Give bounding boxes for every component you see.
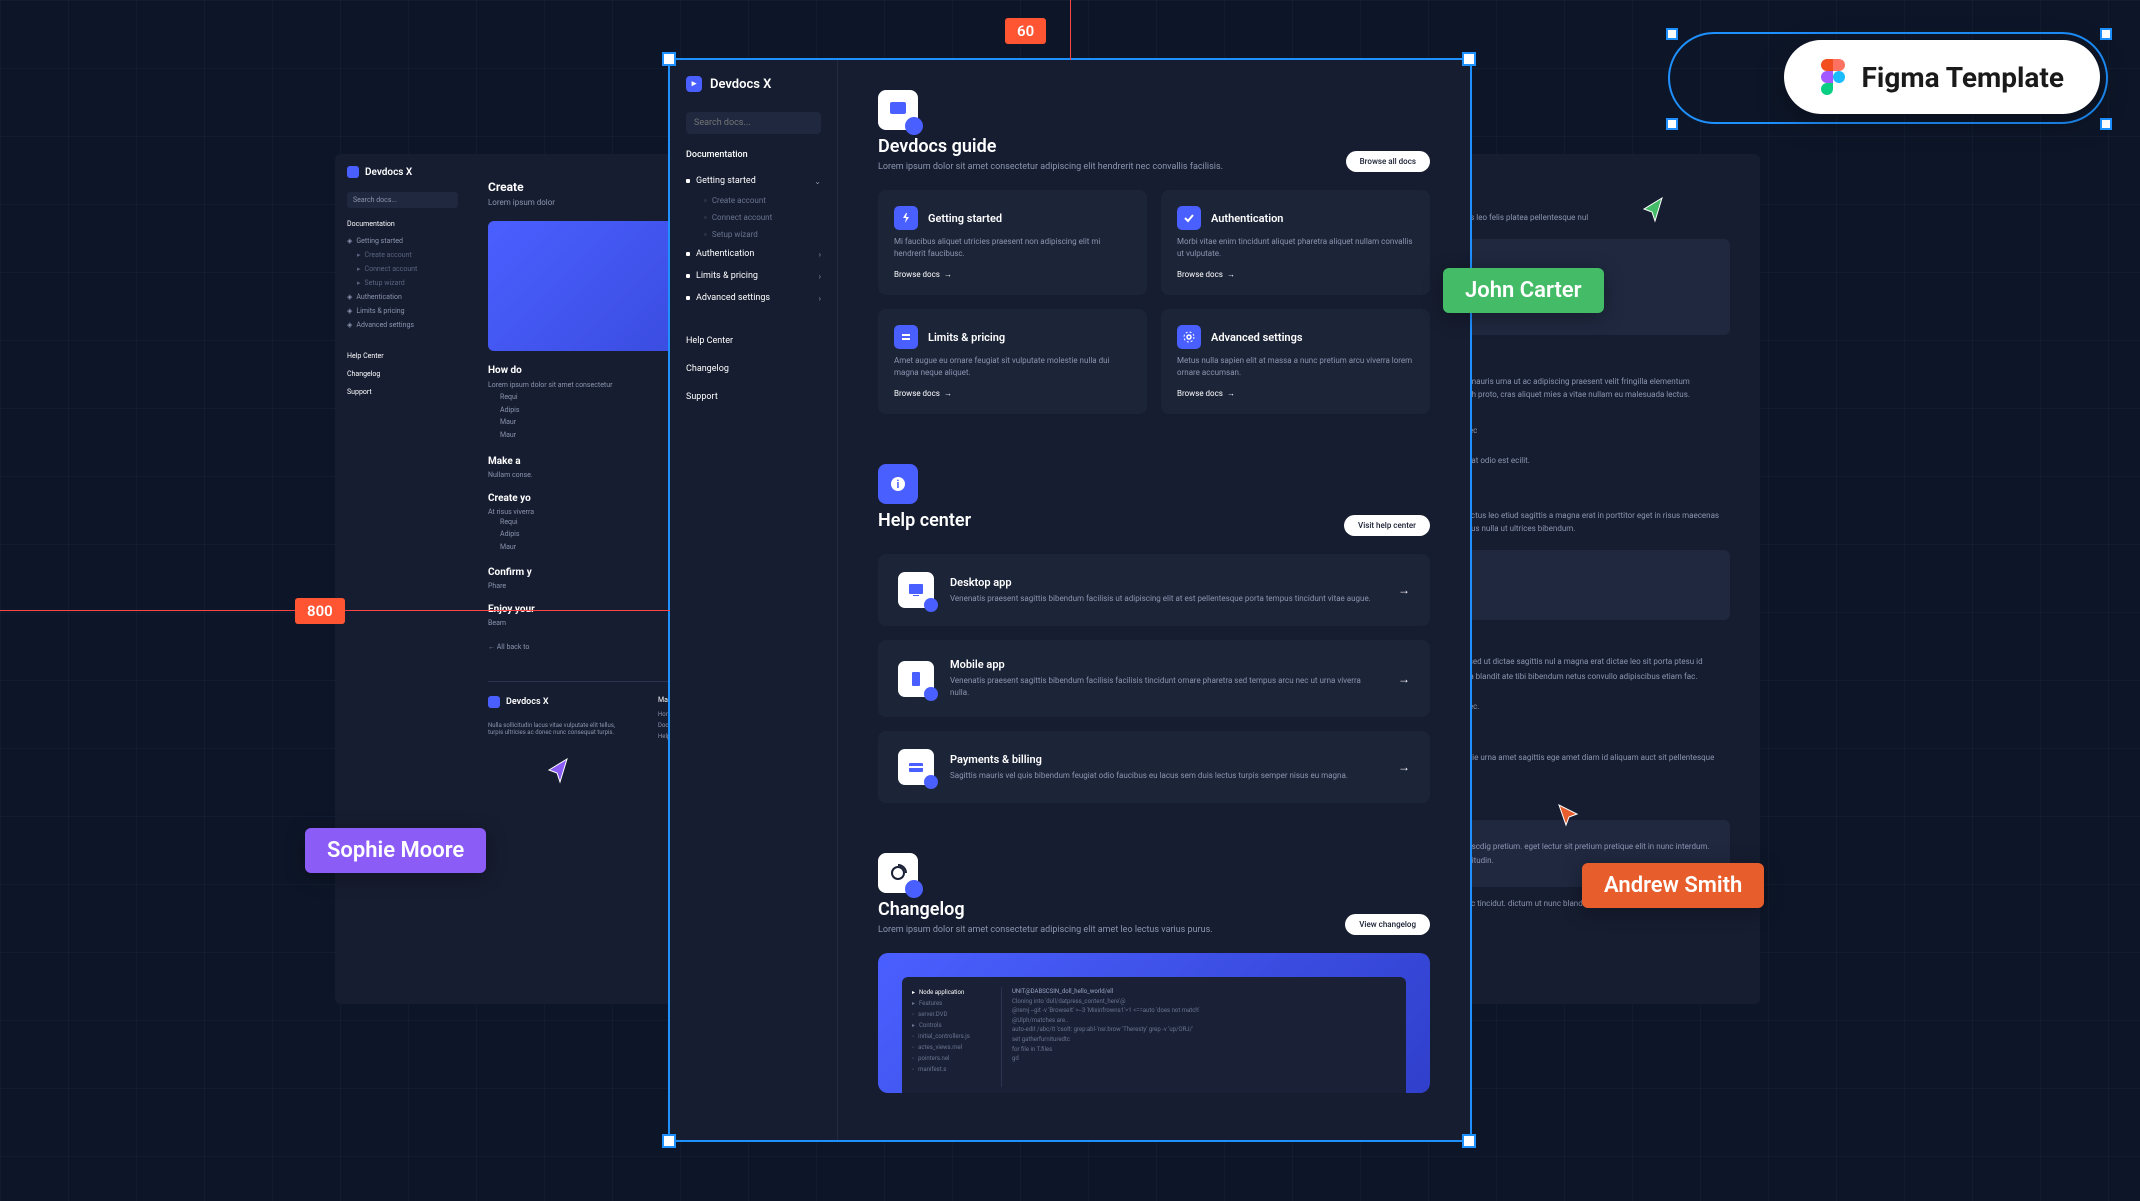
arrow-right-icon: → <box>1398 672 1410 686</box>
nav-setup-wizard[interactable]: ◦ Setup wizard <box>686 226 821 243</box>
nav-authentication[interactable]: ◈ Authentication <box>347 290 458 304</box>
brand: Devdocs X <box>347 166 458 178</box>
nav-connect-account[interactable]: ▸ Connect account <box>347 262 458 276</box>
figma-badge[interactable]: Figma Template <box>1784 40 2100 114</box>
resize-handle-tr[interactable] <box>1462 52 1476 66</box>
measure-label-top: 60 <box>1005 18 1046 44</box>
changelog-preview: ▸ Node application ▸ Features ◦ server.D… <box>878 953 1430 1093</box>
mobile-icon <box>898 661 934 697</box>
nav-getting-started[interactable]: ◈ Getting started <box>347 234 458 248</box>
chevron-right-icon: › <box>819 250 821 259</box>
measure-line-vertical <box>1070 0 1071 60</box>
browse-docs-link[interactable]: Browse docs → <box>1177 270 1414 279</box>
chevron-down-icon: ⌄ <box>814 177 821 186</box>
cursor-andrew <box>1556 802 1580 828</box>
card-icon <box>898 749 934 785</box>
help-payments-billing[interactable]: Payments & billingSagittis mauris vel qu… <box>878 731 1430 803</box>
nav-create-account[interactable]: ◦ Create account <box>686 192 821 209</box>
help-desktop-app[interactable]: Desktop appVenenatis praesent sagittis b… <box>878 554 1430 626</box>
resize-handle[interactable] <box>2100 118 2112 130</box>
arrow-right-icon: → <box>1398 583 1410 597</box>
user-label-sophie: Sophie Moore <box>305 828 486 873</box>
nav-create-account[interactable]: ▸ Create account <box>347 248 458 262</box>
user-label-john: John Carter <box>1443 268 1604 313</box>
visit-help-center-button[interactable]: Visit help center <box>1344 515 1430 536</box>
check-icon <box>1177 206 1201 230</box>
nav-setup-wizard[interactable]: ▸ Setup wizard <box>347 276 458 290</box>
card-limits-pricing[interactable]: Limits & pricing Amet augue eu ornare fe… <box>878 309 1147 414</box>
card-authentication[interactable]: Authentication Morbi vitae enim tincidun… <box>1161 190 1430 295</box>
measure-label-left: 800 <box>295 598 345 624</box>
nav-limits-pricing[interactable]: Limits & pricing› <box>686 265 821 287</box>
sidebar: ▸ Devdocs X Documentation Getting starte… <box>670 60 838 1140</box>
changelog-icon <box>878 853 918 893</box>
resize-handle-br[interactable] <box>1462 1134 1476 1148</box>
nav-connect-account[interactable]: ◦ Connect account <box>686 209 821 226</box>
chevron-right-icon: › <box>819 272 821 281</box>
resize-handle[interactable] <box>1666 28 1678 40</box>
resize-handle[interactable] <box>2100 28 2112 40</box>
nav-limits-pricing[interactable]: ◈ Limits & pricing <box>347 304 458 318</box>
browse-docs-link[interactable]: Browse docs → <box>894 270 1131 279</box>
browse-all-docs-button[interactable]: Browse all docs <box>1346 151 1430 172</box>
help-icon: i <box>878 464 918 504</box>
cursor-john <box>1640 195 1668 225</box>
brand-icon: ▸ <box>686 76 702 92</box>
resize-handle-bl[interactable] <box>662 1134 676 1148</box>
browse-docs-link[interactable]: Browse docs → <box>1177 389 1414 398</box>
guide-title: Devdocs guide <box>878 136 1430 157</box>
brand[interactable]: ▸ Devdocs X <box>686 76 821 92</box>
desktop-icon <box>898 572 934 608</box>
search-input[interactable]: Search docs... <box>347 192 458 208</box>
main-content: Devdocs guide Lorem ipsum dolor sit amet… <box>838 60 1470 1123</box>
figma-badge-label: Figma Template <box>1862 61 2064 94</box>
cursor-sophie <box>545 756 573 786</box>
nav-support[interactable]: Support <box>686 385 821 409</box>
brand-icon <box>347 166 359 178</box>
card-advanced-settings[interactable]: Advanced settings Metus nulla sapien eli… <box>1161 309 1430 414</box>
gear-icon <box>1177 325 1201 349</box>
nav-advanced-settings[interactable]: Advanced settings› <box>686 287 821 309</box>
card-getting-started[interactable]: Getting started Mi faucibus aliquet utri… <box>878 190 1147 295</box>
help-mobile-app[interactable]: Mobile appVenenatis praesent sagittis bi… <box>878 640 1430 717</box>
svg-text:i: i <box>897 478 900 491</box>
nav-heading: Documentation <box>347 220 458 228</box>
chevron-right-icon: › <box>819 294 821 303</box>
nav-getting-started[interactable]: Getting started⌄ <box>686 170 821 192</box>
nav-changelog[interactable]: Changelog <box>347 370 458 378</box>
nav-support[interactable]: Support <box>347 388 458 396</box>
main-frame[interactable]: ▸ Devdocs X Documentation Getting starte… <box>670 60 1470 1140</box>
bars-icon <box>894 325 918 349</box>
nav-authentication[interactable]: Authentication› <box>686 243 821 265</box>
browse-docs-link[interactable]: Browse docs → <box>894 389 1131 398</box>
nav-changelog[interactable]: Changelog <box>686 357 821 381</box>
lightning-icon <box>894 206 918 230</box>
guide-icon <box>878 90 918 130</box>
view-changelog-button[interactable]: View changelog <box>1345 914 1430 935</box>
nav-advanced-settings[interactable]: ◈ Advanced settings <box>347 318 458 332</box>
user-label-andrew: Andrew Smith <box>1582 863 1764 908</box>
resize-handle-tl[interactable] <box>662 52 676 66</box>
nav-help[interactable]: Help Center <box>347 352 458 360</box>
arrow-right-icon: → <box>1398 760 1410 774</box>
nav-heading: Documentation <box>686 150 821 160</box>
search-input[interactable] <box>686 112 821 134</box>
resize-handle[interactable] <box>1666 118 1678 130</box>
nav-help[interactable]: Help Center <box>686 329 821 353</box>
figma-logo-icon <box>1820 58 1846 96</box>
